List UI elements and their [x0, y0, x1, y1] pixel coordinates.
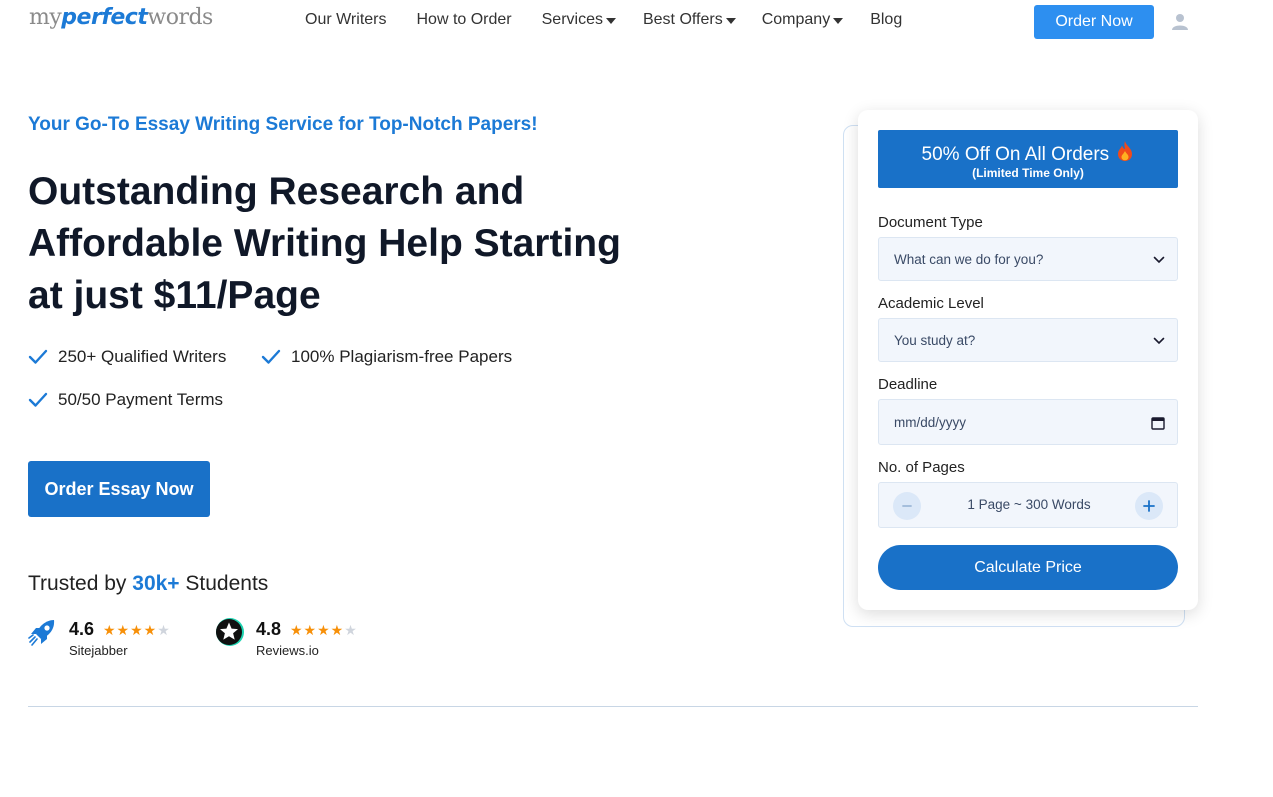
main-nav: Our Writers How to Order Services Best O…: [305, 11, 902, 29]
logo-part-my: my: [29, 5, 62, 30]
order-essay-button[interactable]: Order Essay Now: [28, 461, 210, 517]
check-icon: [28, 392, 48, 407]
document-type-label: Document Type: [878, 214, 983, 231]
hero-title: Outstanding Research and Affordable Writ…: [28, 166, 668, 322]
feature-item: 250+ Qualified Writers: [28, 347, 226, 367]
nav-best-offers[interactable]: Best Offers: [643, 11, 736, 29]
logo[interactable]: myperfectwords: [29, 5, 213, 30]
feature-text: 50/50 Payment Terms: [58, 390, 224, 409]
nav-services[interactable]: Services: [542, 11, 616, 29]
pages-stepper: 1 Page ~ 300 Words: [878, 482, 1178, 528]
plus-icon: [1143, 500, 1155, 512]
rating-source: Reviews.io: [256, 643, 319, 658]
feature-item: 100% Plagiarism-free Papers: [261, 347, 512, 367]
deadline-label: Deadline: [878, 376, 938, 393]
chevron-down-icon: [1153, 337, 1165, 345]
trusted-prefix: Trusted by: [28, 572, 133, 595]
user-icon[interactable]: [1171, 13, 1189, 31]
academic-level-select[interactable]: You study at?: [878, 318, 1178, 362]
flame-icon: [1118, 141, 1133, 161]
rating-score: 4.6: [69, 619, 95, 639]
rating-score: 4.8: [256, 619, 282, 639]
caret-down-icon: [605, 18, 616, 24]
order-now-button[interactable]: Order Now: [1034, 5, 1154, 39]
promo-banner: 50% Off On All Orders (Limited Time Only…: [878, 130, 1178, 188]
chevron-down-icon: [1153, 256, 1165, 264]
trusted-by-text: Trusted by 30k+ Students: [28, 572, 268, 596]
feature-text: 250+ Qualified Writers: [58, 347, 227, 366]
nav-how-to-order[interactable]: How to Order: [416, 11, 511, 29]
nav-company[interactable]: Company: [761, 11, 844, 29]
rating-sitejabber[interactable]: 4.6 ★★★★★ Sitejabber: [28, 616, 188, 660]
site-header: myperfectwords Our Writers How to Order …: [0, 0, 1273, 44]
promo-sub: (Limited Time Only): [972, 166, 1084, 180]
hero-title-line: at just $11/Page: [28, 274, 321, 317]
document-type-placeholder: What can we do for you?: [894, 251, 1044, 267]
nav-label: Services: [541, 11, 603, 28]
check-icon: [28, 349, 48, 364]
check-icon: [261, 349, 281, 364]
hero-title-line: Outstanding Research and: [28, 170, 525, 213]
academic-level-placeholder: You study at?: [894, 332, 976, 348]
nav-label: Our Writers: [305, 11, 387, 28]
nav-blog[interactable]: Blog: [870, 11, 902, 29]
calendar-icon[interactable]: [1151, 416, 1165, 430]
promo-main: 50% Off On All Orders: [878, 140, 1178, 166]
logo-part-words: words: [147, 5, 213, 30]
feature-text: 100% Plagiarism-free Papers: [291, 347, 513, 366]
star-rating-icon: ★★★★★: [103, 622, 171, 638]
trusted-count: 30k+: [132, 572, 180, 595]
star-badge-icon: [216, 618, 244, 646]
document-type-select[interactable]: What can we do for you?: [878, 237, 1178, 281]
nav-label: Company: [761, 11, 831, 28]
calculate-price-button[interactable]: Calculate Price: [878, 545, 1178, 590]
hero-title-line: Affordable Writing Help Starting: [28, 222, 621, 265]
rating-source: Sitejabber: [69, 643, 128, 658]
rocket-icon: [28, 620, 55, 646]
nav-our-writers[interactable]: Our Writers: [305, 11, 386, 29]
hero-tagline: Your Go-To Essay Writing Service for Top…: [28, 114, 538, 135]
academic-level-label: Academic Level: [878, 295, 984, 312]
trusted-suffix: Students: [179, 572, 269, 595]
caret-down-icon: [725, 18, 736, 24]
nav-label: How to Order: [416, 11, 512, 28]
deadline-placeholder: mm/dd/yyyy: [894, 414, 967, 430]
pages-value: 1 Page ~ 300 Words: [967, 497, 1091, 512]
rating-reviews-io[interactable]: 4.8 ★★★★★ Reviews.io: [215, 616, 375, 660]
deadline-input[interactable]: mm/dd/yyyy: [878, 399, 1178, 445]
feature-item: 50/50 Payment Terms: [28, 390, 223, 410]
order-form-card: 50% Off On All Orders (Limited Time Only…: [858, 110, 1198, 610]
increment-button[interactable]: [1135, 492, 1163, 520]
logo-part-perfect: perfect: [61, 5, 148, 30]
nav-label: Blog: [870, 11, 903, 28]
section-divider: [28, 706, 1198, 707]
promo-main-text: 50% Off On All Orders: [921, 144, 1110, 165]
star-rating-icon: ★★★★★: [290, 622, 358, 638]
caret-down-icon: [833, 18, 844, 24]
nav-label: Best Offers: [642, 11, 723, 28]
pages-label: No. of Pages: [878, 459, 965, 476]
